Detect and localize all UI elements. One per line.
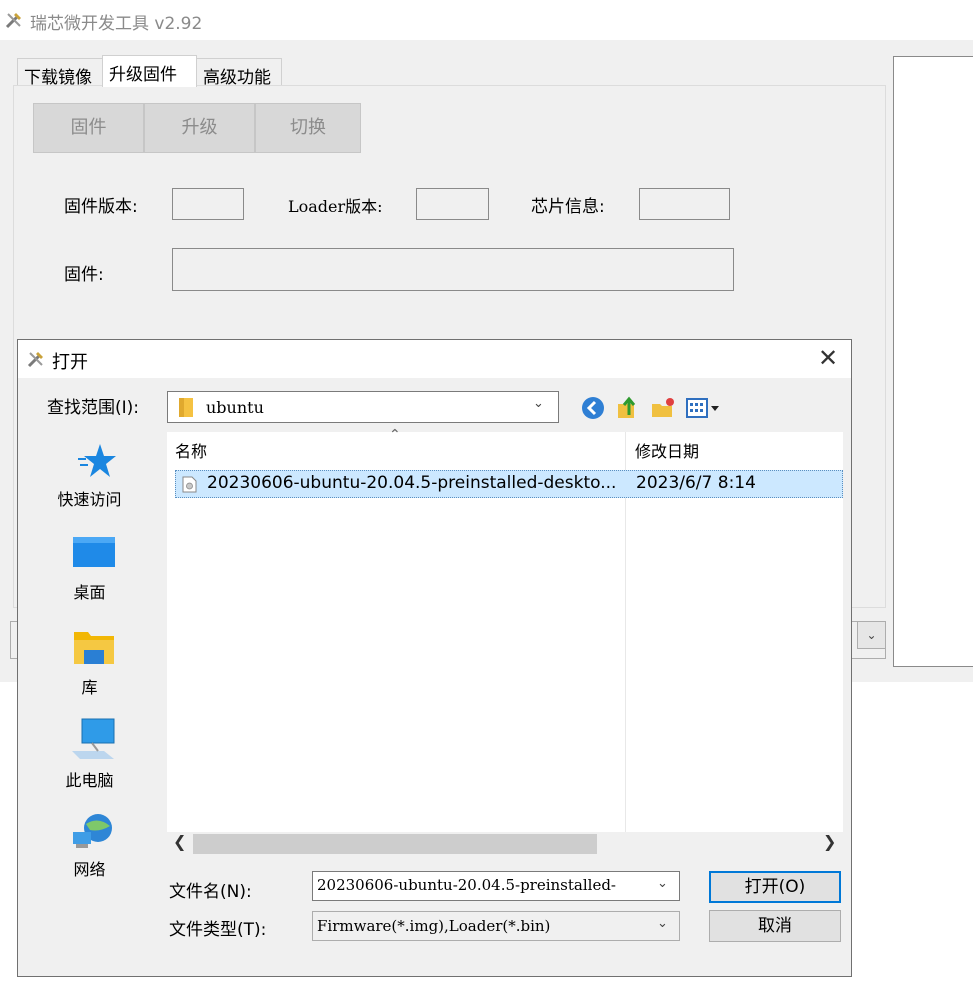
chip-info-field	[639, 188, 730, 220]
file-name: 20230606-ubuntu-20.04.5-preinstalled-des…	[207, 473, 617, 493]
open-button[interactable]: 打开(O)	[709, 871, 841, 903]
horizontal-scrollbar[interactable]: ❮ ❯	[167, 832, 843, 856]
tab-advanced[interactable]: 高级功能	[196, 58, 282, 88]
place-label: 桌面	[73, 583, 106, 602]
scroll-right-icon[interactable]: ❯	[823, 832, 836, 851]
place-quick-access[interactable]: 快速访问	[18, 438, 161, 528]
file-date: 2023/6/7 8:14	[636, 473, 756, 493]
new-folder-icon[interactable]	[650, 395, 676, 421]
firmware-button[interactable]: 固件	[33, 103, 144, 153]
place-this-pc[interactable]: 此电脑	[18, 717, 161, 807]
place-label: 快速访问	[57, 490, 122, 509]
title-bar: 瑞芯微开发工具 v2.92	[0, 0, 973, 40]
tools-icon	[27, 352, 43, 368]
tools-icon	[5, 13, 21, 29]
library-icon	[74, 632, 114, 664]
switch-button[interactable]: 切换	[255, 103, 361, 153]
chip-info-label: 芯片信息:	[531, 197, 605, 217]
chevron-down-icon[interactable]: ⌄	[857, 621, 886, 649]
firmware-version-field	[172, 188, 244, 220]
column-header-date[interactable]: 修改日期	[635, 438, 699, 462]
place-label: 库	[81, 678, 98, 697]
look-in-combo[interactable]: ubuntu ⌄	[167, 391, 559, 423]
file-row[interactable]: 20230606-ubuntu-20.04.5-preinstalled-des…	[175, 470, 843, 498]
look-in-value: ubuntu	[206, 398, 264, 417]
column-header-name[interactable]: 名称	[175, 438, 207, 462]
chevron-down-icon[interactable]: ⌄	[657, 916, 668, 931]
window-title: 瑞芯微开发工具 v2.92	[30, 14, 203, 34]
scrollbar-thumb[interactable]	[193, 834, 597, 854]
sort-up-icon: ⌃	[389, 427, 401, 443]
file-list: 名称 ⌃ 修改日期 20230606-ubuntu-20.04.5-preins…	[167, 427, 843, 832]
open-file-dialog: 打开 ✕ 查找范围(I): ubuntu ⌄ 快速访问 桌面 库 此电脑 网络 …	[17, 339, 852, 977]
dialog-title-bar: 打开 ✕	[18, 340, 851, 378]
file-name-input[interactable]: 20230606-ubuntu-20.04.5-preinstalled- ⌄	[312, 871, 680, 901]
place-network[interactable]: 网络	[18, 808, 161, 898]
disk-image-file-icon	[182, 476, 197, 493]
firmware-version-label: 固件版本:	[64, 197, 138, 217]
cancel-button[interactable]: 取消	[709, 910, 841, 942]
firmware-path-field	[172, 248, 734, 291]
folder-icon	[179, 398, 193, 417]
dialog-title: 打开	[52, 352, 88, 373]
place-label: 网络	[73, 860, 106, 879]
look-in-label: 查找范围(I):	[47, 398, 140, 418]
chevron-down-icon[interactable]: ⌄	[533, 396, 544, 411]
file-name-label: 文件名(N):	[169, 882, 252, 902]
file-name-value[interactable]: 20230606-ubuntu-20.04.5-preinstalled-	[317, 876, 652, 894]
star-icon	[78, 444, 116, 477]
file-type-select[interactable]: Firmware(*.img),Loader(*.bin) ⌄	[312, 911, 680, 941]
place-library[interactable]: 库	[18, 624, 161, 714]
tab-upgrade-firmware[interactable]: 升级固件	[102, 55, 197, 87]
upgrade-button[interactable]: 升级	[144, 103, 255, 153]
place-label: 此电脑	[65, 771, 114, 790]
scroll-left-icon[interactable]: ❮	[173, 832, 186, 851]
desktop-icon	[73, 537, 115, 567]
back-icon[interactable]	[580, 395, 606, 421]
place-desktop[interactable]: 桌面	[18, 531, 161, 621]
close-icon[interactable]: ✕	[813, 344, 843, 374]
view-menu-icon[interactable]	[685, 395, 725, 421]
places-bar: 快速访问 桌面 库 此电脑 网络	[18, 428, 161, 972]
firmware-path-label: 固件:	[64, 265, 104, 285]
tab-download-image[interactable]: 下载镜像	[17, 58, 103, 88]
file-type-label: 文件类型(T):	[169, 920, 267, 940]
up-folder-icon[interactable]	[615, 395, 641, 421]
network-icon	[73, 814, 112, 848]
file-type-value: Firmware(*.img),Loader(*.bin)	[317, 917, 551, 935]
loader-version-field	[416, 188, 489, 220]
chevron-down-icon[interactable]: ⌄	[657, 876, 668, 891]
loader-version-label: Loader版本:	[288, 197, 383, 216]
log-panel	[893, 56, 973, 667]
computer-icon	[72, 718, 115, 759]
